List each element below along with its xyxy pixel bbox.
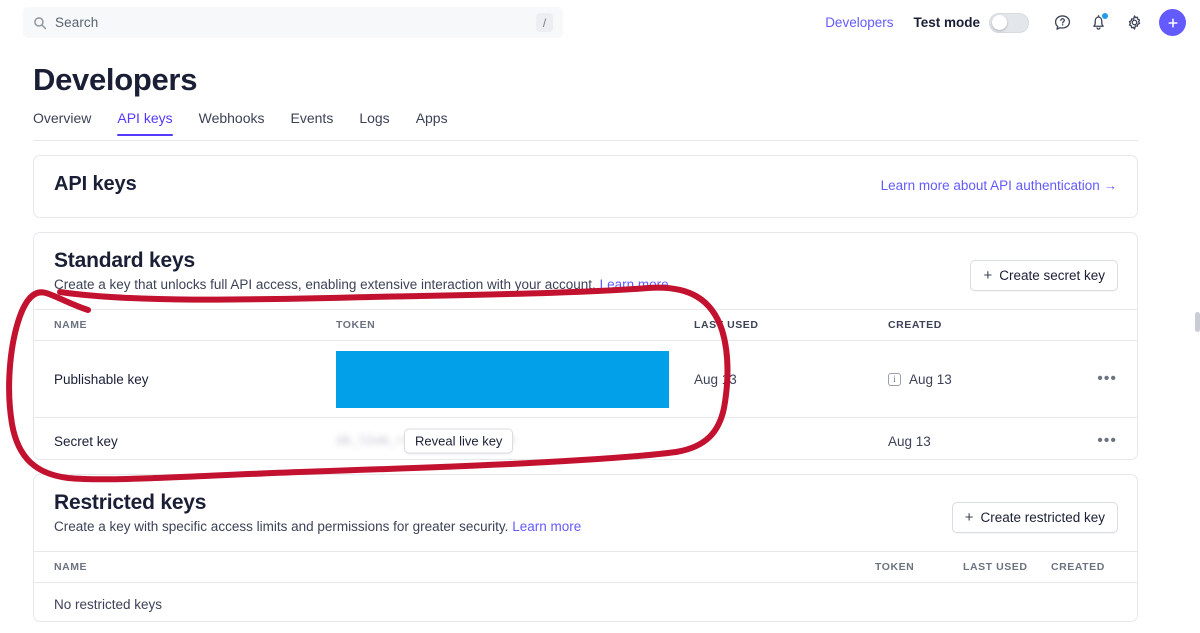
page-tabs: Overview API keys Webhooks Events Logs A… (33, 110, 474, 136)
app-root: Search / Developers Test mode (0, 0, 1200, 633)
standard-keys-table: NAME TOKEN LAST USED CREATED Publishable… (34, 309, 1137, 464)
top-bar-right-cluster: Developers Test mode (825, 0, 1186, 45)
reveal-live-key-button[interactable]: Reveal live key (404, 429, 513, 454)
token-redaction-box (336, 351, 669, 408)
api-authentication-learn-more-link[interactable]: Learn more about API authentication → (881, 178, 1117, 193)
restricted-keys-card: Restricted keys Create a key with specif… (33, 474, 1138, 622)
key-last-used-publishable: Aug 13 (694, 372, 888, 387)
column-header-created: CREATED (1051, 561, 1117, 573)
restricted-keys-heading: Restricted keys (54, 491, 206, 515)
standard-keys-card: Standard keys Create a key that unlocks … (33, 232, 1138, 460)
restricted-keys-description-text: Create a key with specific access limits… (54, 519, 508, 534)
token-hidden-text: sk_live_•••••••••••••••• (336, 434, 694, 448)
standard-keys-description: Create a key that unlocks full API acces… (54, 277, 669, 292)
column-header-last-used: LAST USED (963, 561, 1051, 573)
api-keys-header-card: API keys Learn more about API authentica… (33, 155, 1138, 218)
tab-apps[interactable]: Apps (416, 110, 448, 136)
test-mode-toggle[interactable] (989, 13, 1029, 33)
table-row[interactable]: Secret key sk_live_•••••••••••••••• Reve… (34, 418, 1137, 464)
standard-keys-heading: Standard keys (54, 249, 195, 273)
create-restricted-key-button[interactable]: + Create restricted key (952, 502, 1118, 533)
column-header-name: NAME (54, 319, 336, 331)
api-keys-heading: API keys (54, 173, 137, 196)
row-actions-menu[interactable]: ••• (1074, 370, 1117, 388)
create-secret-key-label: Create secret key (999, 268, 1105, 283)
plus-icon: + (965, 510, 974, 525)
tab-events[interactable]: Events (291, 110, 334, 136)
key-token-secret[interactable]: sk_live_•••••••••••••••• Reveal live key (336, 434, 694, 448)
create-restricted-key-label: Create restricted key (980, 510, 1105, 525)
create-new-icon[interactable] (1159, 9, 1186, 36)
restricted-keys-table: NAME TOKEN LAST USED CREATED No restrict… (34, 551, 1137, 625)
restricted-keys-empty-state: No restricted keys (34, 583, 1137, 625)
search-input[interactable]: Search (55, 15, 536, 30)
toggle-knob (992, 15, 1007, 30)
search-shortcut-badge: / (536, 13, 553, 32)
info-icon[interactable]: i (888, 373, 901, 386)
create-secret-key-button[interactable]: + Create secret key (970, 260, 1118, 291)
developers-link[interactable]: Developers (825, 15, 893, 30)
notifications-icon[interactable] (1083, 8, 1113, 38)
help-icon[interactable] (1047, 8, 1077, 38)
column-header-token: TOKEN (336, 319, 694, 331)
key-name-publishable: Publishable key (54, 372, 336, 387)
standard-keys-learn-more-link[interactable]: Learn more (600, 277, 669, 292)
restricted-keys-table-header: NAME TOKEN LAST USED CREATED (34, 552, 1137, 582)
column-header-created: CREATED (888, 319, 1074, 331)
row-actions-menu[interactable]: ••• (1074, 432, 1117, 450)
restricted-keys-learn-more-link[interactable]: Learn more (512, 519, 581, 534)
key-created-date: Aug 13 (888, 434, 931, 449)
column-header-name: NAME (54, 561, 875, 573)
key-created-publishable: i Aug 13 (888, 372, 1074, 387)
key-created-secret: Aug 13 (888, 434, 1074, 449)
page-scrollbar[interactable] (1195, 312, 1200, 332)
top-bar: Search / Developers Test mode (0, 0, 1200, 45)
tab-webhooks[interactable]: Webhooks (199, 110, 265, 136)
page-title: Developers (33, 62, 197, 98)
tab-logs[interactable]: Logs (359, 110, 389, 136)
tab-overview[interactable]: Overview (33, 110, 91, 136)
column-header-last-used: LAST USED (694, 319, 888, 331)
key-name-secret: Secret key (54, 434, 336, 449)
column-header-token: TOKEN (875, 561, 963, 573)
notification-badge-dot (1102, 13, 1108, 19)
restricted-keys-description: Create a key with specific access limits… (54, 519, 581, 534)
tab-api-keys[interactable]: API keys (117, 110, 172, 136)
standard-keys-description-text: Create a key that unlocks full API acces… (54, 277, 596, 292)
table-row[interactable]: Publishable key Aug 13 i Aug 13 ••• (34, 341, 1137, 417)
key-created-date: Aug 13 (909, 372, 952, 387)
settings-gear-icon[interactable] (1119, 8, 1149, 38)
search-icon (33, 16, 47, 30)
global-search-bar[interactable]: Search / (23, 7, 563, 38)
test-mode-label: Test mode (913, 15, 980, 30)
tabs-divider (33, 140, 1138, 141)
key-token-publishable[interactable] (336, 351, 694, 408)
standard-keys-table-header: NAME TOKEN LAST USED CREATED (34, 310, 1137, 340)
plus-icon: + (983, 268, 992, 283)
